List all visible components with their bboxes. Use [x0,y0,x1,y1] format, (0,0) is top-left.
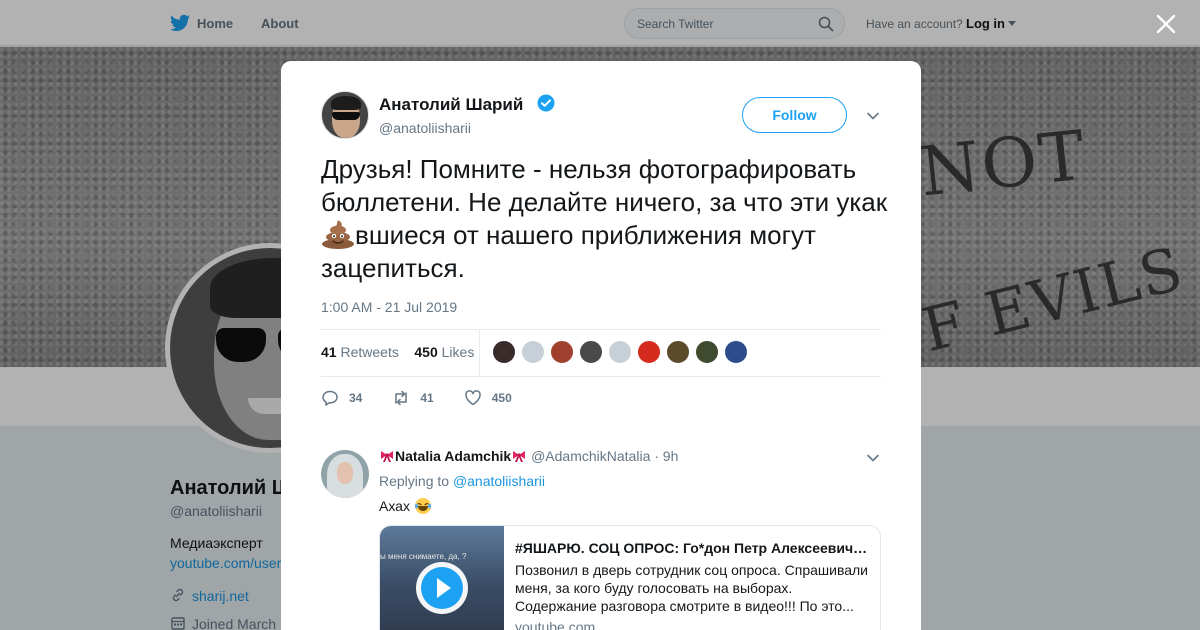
ribbon-icon [513,451,526,462]
tweet-timestamp[interactable]: 1:00 AM - 21 Jul 2019 [321,299,457,315]
retweets-label[interactable]: Retweets [340,344,398,360]
reply-header: Natalia Adamchik @AdamchikNatalia · 9h [379,448,678,464]
liker-avatar[interactable] [608,340,632,364]
tweet-text-part1: Друзья! Помните - нельзя фотографировать… [321,154,888,217]
author-avatar[interactable] [321,91,369,139]
tweet-modal: Анатолий Шарий @anatoliisharii Follow Др… [281,61,921,630]
reply-author-name[interactable]: Natalia Adamchik [395,448,511,464]
card-domain: youtube.com [515,619,596,630]
liker-avatar[interactable] [579,340,603,364]
tweet-stats: 41 Retweets 450 Likes [321,344,474,360]
reply-avatar-face [337,462,353,484]
reply-icon[interactable] [321,389,339,407]
retweet-action[interactable]: 41 [392,389,434,407]
author-name[interactable]: Анатолий Шарий [379,95,523,115]
reply-author-handle[interactable]: @AdamchikNatalia [531,448,650,464]
pile-of-poo-icon [322,220,354,249]
close-icon[interactable] [1154,12,1178,36]
tweet-text-part2: вшиеся от нашего приближения могут зацеп… [321,220,816,283]
tweet-text: Друзья! Помните - нельзя фотографировать… [321,153,891,285]
tears-of-joy-icon [414,498,431,514]
likers-avatars [492,340,748,364]
chevron-down-icon[interactable] [866,109,880,123]
liker-avatar[interactable] [637,340,661,364]
likes-count[interactable]: 450 [414,344,437,360]
author-handle[interactable]: @anatoliisharii [379,120,471,136]
stats-separator [479,329,480,376]
divider [321,376,881,377]
tweet-actions: 34 41 450 [321,389,542,407]
reply-time[interactable]: · 9h [654,448,678,464]
reply-count: 34 [349,391,363,405]
play-icon[interactable] [414,560,470,616]
replying-to-label: Replying to [379,473,450,489]
author-avatar-glasses [332,112,360,120]
reply-action[interactable]: 34 [321,389,362,407]
likes-label[interactable]: Likes [442,344,475,360]
link-preview-card[interactable]: ы меня снимаете, да, ? #ЯШАРЮ. СОЦ ОПРОС… [379,525,881,630]
liker-avatar[interactable] [492,340,516,364]
follow-button[interactable]: Follow [742,97,847,133]
follow-button-label: Follow [772,107,817,123]
liker-avatar[interactable] [695,340,719,364]
verified-badge-icon [537,94,555,112]
liker-avatar[interactable] [724,340,748,364]
liker-avatar[interactable] [666,340,690,364]
card-title: #ЯШАРЮ. СОЦ ОПРОС: Го*дон Петр Алексееви… [515,540,868,556]
reply-text-content: Ахах [379,498,410,514]
card-description: Позвонил в дверь сотрудник соц опроса. С… [515,562,868,614]
divider [321,329,881,330]
chevron-down-icon[interactable] [866,451,880,465]
reply-text: Ахах [379,497,432,515]
heart-icon[interactable] [464,389,482,407]
like-count: 450 [491,391,512,405]
retweet-icon[interactable] [392,389,410,407]
author-avatar-hair [331,96,361,110]
retweets-count[interactable]: 41 [321,344,337,360]
card-thumbnail[interactable]: ы меня снимаете, да, ? [380,526,504,630]
retweet-count: 41 [420,391,434,405]
replying-to-link[interactable]: @anatoliisharii [453,473,545,489]
reply-author-avatar[interactable] [321,450,369,498]
liker-avatar[interactable] [521,340,545,364]
like-action[interactable]: 450 [464,389,512,407]
replying-to: Replying to @anatoliisharii [379,473,545,489]
ribbon-icon [381,451,393,462]
liker-avatar[interactable] [550,340,574,364]
